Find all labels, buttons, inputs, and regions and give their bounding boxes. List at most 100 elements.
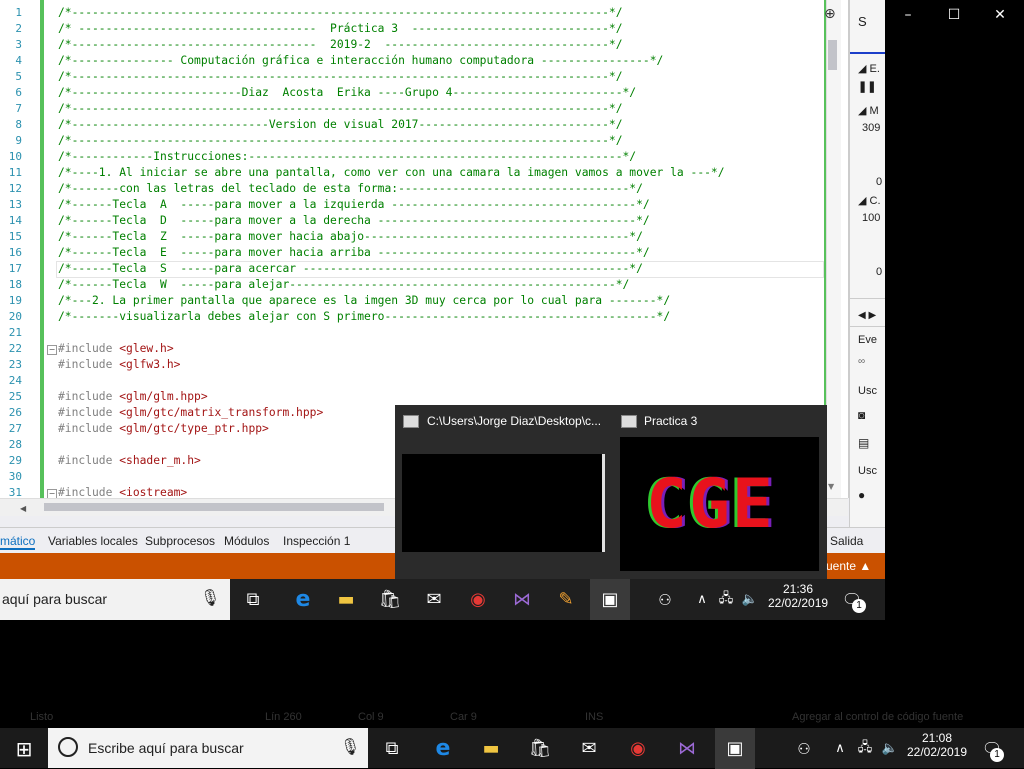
tab-auto[interactable]: mático: [0, 534, 36, 550]
code-line[interactable]: /*------------Instrucciones:------------…: [58, 149, 636, 165]
collapse-toggle-icon[interactable]: −: [47, 345, 57, 355]
code-text: #include: [58, 406, 113, 419]
code-line[interactable]: /*----1. Al iniciar se abre una pantalla…: [58, 165, 725, 181]
code-line[interactable]: #include <glew.h>: [58, 341, 174, 357]
filter-icon[interactable]: ∞: [858, 356, 865, 367]
code-line[interactable]: /*------------------------------------ 2…: [58, 37, 623, 53]
code-line[interactable]: /*-------con las letras del teclado de e…: [58, 181, 643, 197]
edge-icon[interactable]: e: [423, 728, 463, 769]
search-box[interactable]: Escribe aquí para buscar 🎙: [48, 728, 368, 768]
code-text: /*--------------------------------------…: [58, 102, 623, 115]
code-line[interactable]: /*---2. La primer pantalla que aparece e…: [58, 293, 670, 309]
remote-desktop-icon[interactable]: ▣: [590, 579, 630, 620]
task-view-icon[interactable]: ⧉: [233, 579, 273, 620]
task-view-icon[interactable]: ⧉: [372, 728, 412, 769]
status-source-control[interactable]: Agregar al control de código fuente: [792, 711, 963, 723]
minimize-button[interactable]: –: [885, 0, 931, 30]
line-number: 21: [8, 326, 22, 339]
tab-threads[interactable]: Subprocesos: [145, 534, 215, 548]
volume-icon[interactable]: 🔈: [870, 728, 910, 769]
store-icon[interactable]: 🛍: [520, 728, 560, 769]
code-line[interactable]: /*------Tecla E -----para mover hacia ar…: [58, 245, 650, 261]
console-thumbnail[interactable]: [402, 454, 605, 552]
code-text: /*------Tecla Z -----para mover hacia ab…: [58, 230, 643, 243]
line-number: 6: [15, 86, 22, 99]
code-line[interactable]: /*------Tecla Z -----para mover hacia ab…: [58, 229, 643, 245]
edge-icon[interactable]: e: [283, 579, 323, 620]
code-line[interactable]: #include <glm/gtc/type_ptr.hpp>: [58, 421, 269, 437]
code-line[interactable]: /*--------------------------------------…: [58, 133, 623, 149]
volume-icon[interactable]: 🔈: [730, 579, 770, 620]
source-control-label[interactable]: uente ▲: [826, 559, 871, 573]
paint-icon[interactable]: ✎: [546, 579, 586, 620]
code-text: /*------Tecla D -----para mover a la der…: [58, 214, 650, 227]
tab-output[interactable]: Salida: [830, 534, 863, 548]
events-tab[interactable]: Eve: [858, 334, 877, 346]
store-icon[interactable]: 🛍: [370, 579, 410, 620]
maximize-button[interactable]: ☐: [931, 0, 977, 30]
code-line[interactable]: /*--------------------------------------…: [58, 101, 623, 117]
code-line[interactable]: /*--------------------------------------…: [58, 5, 623, 21]
remote-desktop-icon[interactable]: ▣: [715, 728, 755, 769]
close-button[interactable]: ✕: [977, 0, 1023, 30]
line-number: 19: [8, 294, 22, 307]
notification-count-badge: 1: [990, 748, 1004, 762]
code-line[interactable]: /*------Tecla W -----para alejar--------…: [58, 277, 629, 293]
microphone-icon[interactable]: 🎙: [340, 737, 360, 756]
hscrollbar-thumb[interactable]: [44, 503, 384, 511]
inner-time: 21:36: [782, 582, 814, 596]
visual-studio-icon[interactable]: ⋈: [667, 728, 707, 769]
split-icon[interactable]: ⊕: [824, 6, 836, 22]
inner-search-box[interactable]: aquí para buscar 🎙: [0, 579, 230, 620]
tab-watch[interactable]: Inspección 1: [283, 534, 350, 548]
code-line[interactable]: /*-----------------------------Version d…: [58, 117, 623, 133]
code-text: #include: [58, 358, 113, 371]
code-line[interactable]: /* ----------------------------------- P…: [58, 21, 623, 37]
chrome-icon[interactable]: ◉: [618, 728, 658, 769]
clock[interactable]: 21:08 22/02/2019: [905, 731, 969, 759]
code-text: #include: [58, 422, 113, 435]
inner-clock[interactable]: 21:36 22/02/2019: [768, 582, 828, 610]
scrollbar-thumb[interactable]: [828, 40, 837, 70]
mail-icon[interactable]: ✉: [414, 579, 454, 620]
editor-vertical-scrollbar[interactable]: [826, 0, 841, 498]
record-dot-icon[interactable]: ●: [858, 488, 865, 502]
usage-tab[interactable]: Usc: [858, 385, 877, 397]
line-number: 4: [15, 54, 22, 67]
memory-icon[interactable]: ▤: [858, 436, 869, 450]
include-path: <glm/gtc/matrix_transform.hpp>: [112, 406, 324, 419]
code-line[interactable]: /*------Tecla D -----para mover a la der…: [58, 213, 650, 229]
people-icon[interactable]: ⚇: [645, 579, 685, 620]
chrome-icon[interactable]: ◉: [458, 579, 498, 620]
scroll-left-icon[interactable]: ◀: [20, 504, 26, 513]
camera-icon[interactable]: ◙: [858, 408, 865, 422]
microphone-icon[interactable]: 🎙: [200, 588, 220, 607]
code-text: /*------------------------------------ 2…: [58, 38, 623, 51]
file-explorer-icon[interactable]: ▬: [471, 728, 511, 769]
code-line[interactable]: /*------Tecla S -----para acercar ------…: [58, 261, 643, 277]
code-line[interactable]: /*------Tecla A -----para mover a la izq…: [58, 197, 650, 213]
code-text: /*--------------------------------------…: [58, 70, 623, 83]
pause-icon[interactable]: ❚❚: [858, 80, 876, 93]
code-line[interactable]: /*--------------------------------------…: [58, 69, 623, 85]
code-line[interactable]: #include <shader_m.h>: [58, 453, 201, 469]
tab-modules[interactable]: Módulos: [224, 534, 269, 548]
code-line[interactable]: /*-------visualizarla debes alejar con S…: [58, 309, 670, 325]
mail-icon[interactable]: ✉: [569, 728, 609, 769]
code-line[interactable]: #include <glm/gtc/matrix_transform.hpp>: [58, 405, 323, 421]
practica-thumbnail[interactable]: CGE: [620, 437, 819, 571]
code-line[interactable]: /*--------------- Computación gráfica e …: [58, 53, 663, 69]
nav-arrows-icon[interactable]: ◀ ▶: [858, 310, 876, 321]
usage-tab-2[interactable]: Usc: [858, 465, 877, 477]
tab-locals[interactable]: Variables locales: [48, 534, 138, 548]
start-icon[interactable]: ⊞: [4, 728, 44, 769]
code-line[interactable]: /*-------------------------Diaz Acosta E…: [58, 85, 636, 101]
code-text: #include: [58, 390, 113, 403]
code-line[interactable]: #include <glm/glm.hpp>: [58, 389, 208, 405]
people-icon[interactable]: ⚇: [784, 728, 824, 769]
file-explorer-icon[interactable]: ▬: [326, 579, 366, 620]
scroll-down-icon[interactable]: ▼: [828, 482, 834, 491]
visual-studio-icon[interactable]: ⋈: [502, 579, 542, 620]
code-line[interactable]: #include <glfw3.h>: [58, 357, 180, 373]
notifications-icon[interactable]: 🗨: [832, 579, 872, 620]
